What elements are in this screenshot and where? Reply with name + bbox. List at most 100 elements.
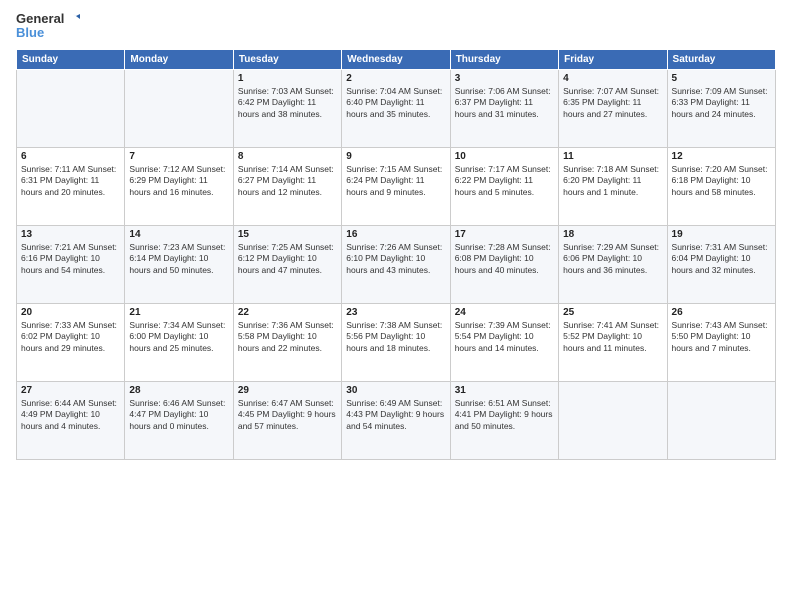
calendar-day-cell: 10 Sunrise: 7:17 AM Sunset: 6:22 PM Dayli… bbox=[450, 147, 558, 225]
day-number: 3 bbox=[455, 73, 554, 84]
calendar-day-cell: 20 Sunrise: 7:33 AM Sunset: 6:02 PM Dayli… bbox=[17, 303, 125, 381]
calendar-day-cell: 21 Sunrise: 7:34 AM Sunset: 6:00 PM Dayli… bbox=[125, 303, 233, 381]
day-number: 29 bbox=[238, 385, 337, 396]
cell-daylight-info: Sunrise: 7:23 AM Sunset: 6:14 PM Dayligh… bbox=[129, 242, 228, 276]
day-number: 17 bbox=[455, 229, 554, 240]
cell-daylight-info: Sunrise: 7:12 AM Sunset: 6:29 PM Dayligh… bbox=[129, 164, 228, 198]
cell-daylight-info: Sunrise: 7:28 AM Sunset: 6:08 PM Dayligh… bbox=[455, 242, 554, 276]
calendar-day-cell: 7Sunrise: 7:12 AM Sunset: 6:29 PM Daylig… bbox=[125, 147, 233, 225]
cell-daylight-info: Sunrise: 6:46 AM Sunset: 4:47 PM Dayligh… bbox=[129, 398, 228, 432]
day-number: 30 bbox=[346, 385, 445, 396]
day-of-week-header: Wednesday bbox=[342, 49, 450, 69]
day-number: 10 bbox=[455, 151, 554, 162]
calendar-table: SundayMondayTuesdayWednesdayThursdayFrid… bbox=[16, 49, 776, 460]
day-number: 23 bbox=[346, 307, 445, 318]
calendar-day-cell: 30 Sunrise: 6:49 AM Sunset: 4:43 PM Dayli… bbox=[342, 381, 450, 459]
logo-bird-icon bbox=[66, 12, 80, 26]
calendar-day-cell: 16 Sunrise: 7:26 AM Sunset: 6:10 PM Dayli… bbox=[342, 225, 450, 303]
calendar-day-cell: 2 Sunrise: 7:04 AM Sunset: 6:40 PM Daylig… bbox=[342, 69, 450, 147]
day-number: 11 bbox=[563, 151, 662, 162]
cell-daylight-info: Sunrise: 7:38 AM Sunset: 5:56 PM Dayligh… bbox=[346, 320, 445, 354]
cell-daylight-info: Sunrise: 7:39 AM Sunset: 5:54 PM Dayligh… bbox=[455, 320, 554, 354]
day-of-week-header: Thursday bbox=[450, 49, 558, 69]
cell-daylight-info: Sunrise: 7:07 AM Sunset: 6:35 PM Dayligh… bbox=[563, 86, 662, 120]
calendar-day-cell: 19 Sunrise: 7:31 AM Sunset: 6:04 PM Dayli… bbox=[667, 225, 775, 303]
day-number: 16 bbox=[346, 229, 445, 240]
calendar-day-cell: 22Sunrise: 7:36 AM Sunset: 5:58 PM Dayli… bbox=[233, 303, 341, 381]
calendar-day-cell: 25 Sunrise: 7:41 AM Sunset: 5:52 PM Dayli… bbox=[559, 303, 667, 381]
cell-daylight-info: Sunrise: 7:20 AM Sunset: 6:18 PM Dayligh… bbox=[672, 164, 771, 198]
cell-daylight-info: Sunrise: 7:18 AM Sunset: 6:20 PM Dayligh… bbox=[563, 164, 662, 198]
calendar-day-cell: 9 Sunrise: 7:15 AM Sunset: 6:24 PM Daylig… bbox=[342, 147, 450, 225]
day-number: 1 bbox=[238, 73, 337, 84]
cell-daylight-info: Sunrise: 7:33 AM Sunset: 6:02 PM Dayligh… bbox=[21, 320, 120, 354]
calendar-day-cell: 28 Sunrise: 6:46 AM Sunset: 4:47 PM Dayli… bbox=[125, 381, 233, 459]
day-number: 5 bbox=[672, 73, 771, 84]
logo-blue: Blue bbox=[16, 26, 44, 40]
cell-daylight-info: Sunrise: 7:34 AM Sunset: 6:00 PM Dayligh… bbox=[129, 320, 228, 354]
calendar-day-cell: 23 Sunrise: 7:38 AM Sunset: 5:56 PM Dayli… bbox=[342, 303, 450, 381]
cell-daylight-info: Sunrise: 7:09 AM Sunset: 6:33 PM Dayligh… bbox=[672, 86, 771, 120]
calendar-day-cell: 26 Sunrise: 7:43 AM Sunset: 5:50 PM Dayli… bbox=[667, 303, 775, 381]
cell-daylight-info: Sunrise: 7:26 AM Sunset: 6:10 PM Dayligh… bbox=[346, 242, 445, 276]
cell-daylight-info: Sunrise: 7:06 AM Sunset: 6:37 PM Dayligh… bbox=[455, 86, 554, 120]
calendar-day-cell: 18 Sunrise: 7:29 AM Sunset: 6:06 PM Dayli… bbox=[559, 225, 667, 303]
cell-daylight-info: Sunrise: 7:31 AM Sunset: 6:04 PM Dayligh… bbox=[672, 242, 771, 276]
day-number: 24 bbox=[455, 307, 554, 318]
day-number: 21 bbox=[129, 307, 228, 318]
day-of-week-header: Sunday bbox=[17, 49, 125, 69]
cell-daylight-info: Sunrise: 6:51 AM Sunset: 4:41 PM Dayligh… bbox=[455, 398, 554, 432]
day-number: 13 bbox=[21, 229, 120, 240]
cell-daylight-info: Sunrise: 7:15 AM Sunset: 6:24 PM Dayligh… bbox=[346, 164, 445, 198]
day-number: 8 bbox=[238, 151, 337, 162]
cell-daylight-info: Sunrise: 7:29 AM Sunset: 6:06 PM Dayligh… bbox=[563, 242, 662, 276]
day-number: 31 bbox=[455, 385, 554, 396]
logo-general: General bbox=[16, 12, 64, 26]
cell-daylight-info: Sunrise: 7:43 AM Sunset: 5:50 PM Dayligh… bbox=[672, 320, 771, 354]
cell-daylight-info: Sunrise: 6:47 AM Sunset: 4:45 PM Dayligh… bbox=[238, 398, 337, 432]
day-number: 20 bbox=[21, 307, 120, 318]
day-number: 9 bbox=[346, 151, 445, 162]
day-number: 25 bbox=[563, 307, 662, 318]
day-number: 2 bbox=[346, 73, 445, 84]
cell-daylight-info: Sunrise: 7:41 AM Sunset: 5:52 PM Dayligh… bbox=[563, 320, 662, 354]
empty-cell bbox=[559, 381, 667, 459]
calendar-day-cell: 4 Sunrise: 7:07 AM Sunset: 6:35 PM Daylig… bbox=[559, 69, 667, 147]
cell-daylight-info: Sunrise: 7:03 AM Sunset: 6:42 PM Dayligh… bbox=[238, 86, 337, 120]
cell-daylight-info: Sunrise: 7:17 AM Sunset: 6:22 PM Dayligh… bbox=[455, 164, 554, 198]
empty-cell bbox=[125, 69, 233, 147]
day-number: 19 bbox=[672, 229, 771, 240]
day-number: 12 bbox=[672, 151, 771, 162]
day-number: 18 bbox=[563, 229, 662, 240]
calendar-day-cell: 29 Sunrise: 6:47 AM Sunset: 4:45 PM Dayli… bbox=[233, 381, 341, 459]
calendar-day-cell: 27Sunrise: 6:44 AM Sunset: 4:49 PM Dayli… bbox=[17, 381, 125, 459]
calendar-day-cell: 13 Sunrise: 7:21 AM Sunset: 6:16 PM Dayli… bbox=[17, 225, 125, 303]
calendar-day-cell: 24 Sunrise: 7:39 AM Sunset: 5:54 PM Dayli… bbox=[450, 303, 558, 381]
cell-daylight-info: Sunrise: 6:49 AM Sunset: 4:43 PM Dayligh… bbox=[346, 398, 445, 432]
cell-daylight-info: Sunrise: 7:36 AM Sunset: 5:58 PM Dayligh… bbox=[238, 320, 337, 354]
empty-cell bbox=[667, 381, 775, 459]
calendar-day-cell: 17 Sunrise: 7:28 AM Sunset: 6:08 PM Dayli… bbox=[450, 225, 558, 303]
cell-daylight-info: Sunrise: 7:21 AM Sunset: 6:16 PM Dayligh… bbox=[21, 242, 120, 276]
day-number: 26 bbox=[672, 307, 771, 318]
empty-cell bbox=[17, 69, 125, 147]
cell-daylight-info: Sunrise: 7:25 AM Sunset: 6:12 PM Dayligh… bbox=[238, 242, 337, 276]
calendar-day-cell: 11 Sunrise: 7:18 AM Sunset: 6:20 PM Dayli… bbox=[559, 147, 667, 225]
cell-daylight-info: Sunrise: 7:04 AM Sunset: 6:40 PM Dayligh… bbox=[346, 86, 445, 120]
cell-daylight-info: Sunrise: 7:14 AM Sunset: 6:27 PM Dayligh… bbox=[238, 164, 337, 198]
calendar-day-cell: 31 Sunrise: 6:51 AM Sunset: 4:41 PM Dayli… bbox=[450, 381, 558, 459]
cell-daylight-info: Sunrise: 7:11 AM Sunset: 6:31 PM Dayligh… bbox=[21, 164, 120, 198]
day-number: 15 bbox=[238, 229, 337, 240]
day-of-week-header: Tuesday bbox=[233, 49, 341, 69]
cell-daylight-info: Sunrise: 6:44 AM Sunset: 4:49 PM Dayligh… bbox=[21, 398, 120, 432]
calendar-day-cell: 6 Sunrise: 7:11 AM Sunset: 6:31 PM Daylig… bbox=[17, 147, 125, 225]
day-of-week-header: Friday bbox=[559, 49, 667, 69]
day-number: 4 bbox=[563, 73, 662, 84]
day-number: 28 bbox=[129, 385, 228, 396]
calendar-day-cell: 1 Sunrise: 7:03 AM Sunset: 6:42 PM Daylig… bbox=[233, 69, 341, 147]
calendar-day-cell: 8 Sunrise: 7:14 AM Sunset: 6:27 PM Daylig… bbox=[233, 147, 341, 225]
calendar-day-cell: 14Sunrise: 7:23 AM Sunset: 6:14 PM Dayli… bbox=[125, 225, 233, 303]
calendar-day-cell: 3 Sunrise: 7:06 AM Sunset: 6:37 PM Daylig… bbox=[450, 69, 558, 147]
logo: General Blue bbox=[16, 12, 80, 41]
day-number: 6 bbox=[21, 151, 120, 162]
